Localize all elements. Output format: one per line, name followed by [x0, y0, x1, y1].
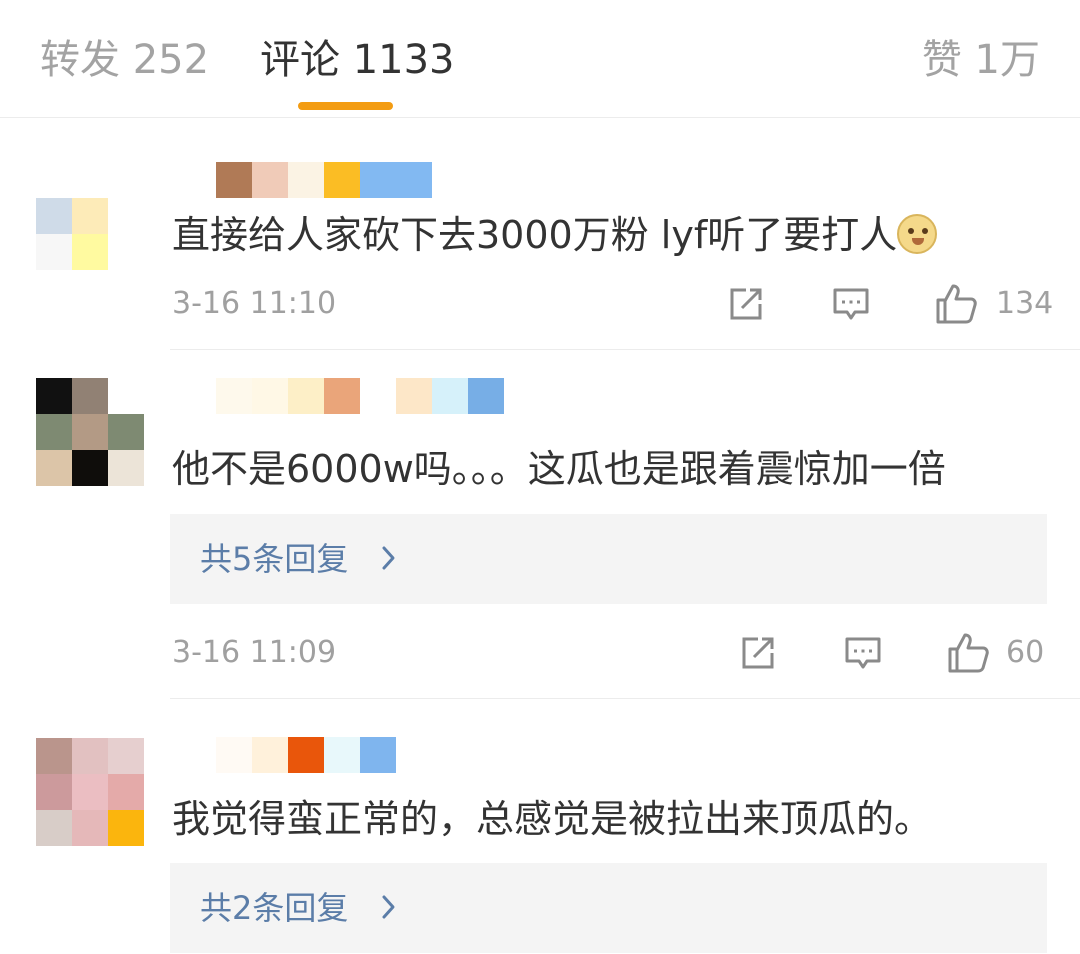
tab-bar: 转发 252 评论 1133 赞 1万: [0, 0, 1080, 118]
tab-likes[interactable]: 赞 1万: [922, 36, 1040, 84]
avatar[interactable]: [36, 378, 144, 486]
comment-icon[interactable]: [843, 633, 883, 673]
comment-item: 他不是6000w吗。。。这瓜也是跟着震惊加一倍 共5条回复 3-16 11:09…: [0, 350, 1080, 698]
active-tab-indicator: [298, 102, 393, 110]
chevron-right-icon: [382, 546, 395, 570]
doge-emoji-icon: [897, 214, 938, 254]
comment-text: 他不是6000w吗。。。这瓜也是跟着震惊加一倍: [172, 447, 946, 491]
comment-item: 我觉得蛮正常的，总感觉是被拉出来顶瓜的。 共2条回复: [0, 699, 1080, 954]
comment-body: 直接给人家砍下去3000万粉 lyf听了要打人: [172, 213, 898, 257]
username-redacted[interactable]: [216, 162, 432, 198]
comment-text: 直接给人家砍下去3000万粉 lyf听了要打人: [172, 211, 938, 259]
comment-text: 我觉得蛮正常的，总感觉是被拉出来顶瓜的。: [172, 797, 933, 841]
avatar[interactable]: [36, 198, 144, 306]
tab-comments[interactable]: 评论 1133: [260, 36, 455, 84]
chevron-right-icon: [382, 895, 395, 919]
thumbs-up-icon[interactable]: [934, 282, 978, 326]
comment-time: 3-16 11:10: [172, 286, 337, 321]
share-icon[interactable]: [726, 284, 766, 324]
comment-icon[interactable]: [831, 284, 871, 324]
like-count: 60: [1006, 635, 1045, 670]
avatar[interactable]: [36, 738, 144, 846]
tab-repost[interactable]: 转发 252: [40, 36, 209, 84]
comment-time: 3-16 11:09: [172, 635, 337, 670]
username-redacted[interactable]: [216, 378, 504, 414]
view-replies-button[interactable]: 共2条回复: [170, 863, 1047, 953]
thumbs-up-icon[interactable]: [946, 631, 990, 675]
username-redacted[interactable]: [216, 737, 396, 773]
comment-item: 直接给人家砍下去3000万粉 lyf听了要打人 3-16 11:10 134: [0, 118, 1080, 350]
share-icon[interactable]: [738, 633, 778, 673]
like-count: 134: [996, 286, 1054, 321]
view-replies-button[interactable]: 共5条回复: [170, 514, 1047, 604]
reply-count-label: 共5条回复: [200, 540, 349, 578]
reply-count-label: 共2条回复: [200, 889, 349, 927]
